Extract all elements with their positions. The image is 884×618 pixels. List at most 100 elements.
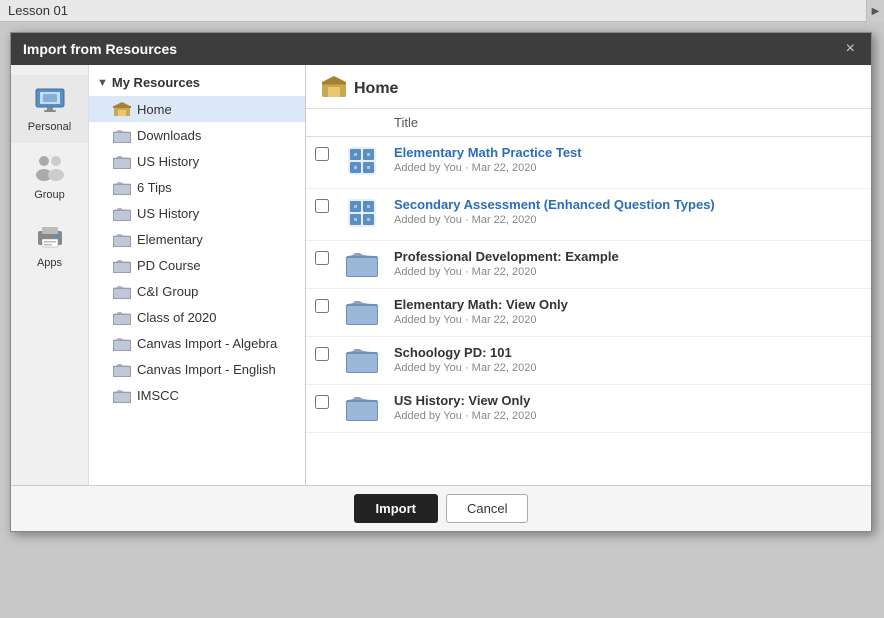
tree-arrow: ▼: [97, 77, 108, 89]
tree-item-canvas-english[interactable]: Canvas Import - English: [89, 356, 305, 382]
tree-item-class-2020[interactable]: Class of 2020: [89, 304, 305, 330]
personal-label: Personal: [28, 121, 71, 133]
resource-title-r5[interactable]: Schoology PD: 101: [394, 345, 863, 360]
tree-item-home[interactable]: Home: [89, 96, 305, 122]
resource-title-r6[interactable]: US History: View Only: [394, 393, 863, 408]
content-header-icon: [322, 75, 346, 102]
modal-body: Personal Grou: [11, 65, 871, 485]
modal-header: Import from Resources ×: [11, 33, 871, 65]
tree-item-pd-course-label: PD Course: [137, 258, 201, 273]
home-tree-icon: [113, 101, 131, 117]
sidebar: Personal Grou: [11, 65, 306, 485]
folder-tree-icon-class-2020: [113, 309, 131, 325]
tree-item-class-2020-label: Class of 2020: [137, 310, 217, 325]
resource-icon-cell-r3: [338, 241, 386, 289]
modal-title: Import from Resources: [23, 41, 177, 57]
resource-title-r1[interactable]: Elementary Math Practice Test: [394, 145, 863, 160]
puzzle-icon: [346, 145, 378, 177]
tree-item-canvas-english-label: Canvas Import - English: [137, 362, 276, 377]
puzzle-icon: [346, 197, 378, 229]
resource-checkbox-r2[interactable]: [315, 199, 329, 213]
folder-tree-icon-canvas-algebra: [113, 335, 131, 351]
resource-info-cell-r4: Elementary Math: View Only Added by You ·…: [386, 289, 871, 337]
folder-tree-icon-ci-group: [113, 283, 131, 299]
modal-overlay: Import from Resources ×: [0, 22, 884, 618]
resource-info-cell-r6: US History: View OnlyAdded by You · Mar …: [386, 385, 871, 433]
resource-icon-cell-r1: [338, 137, 386, 189]
resource-checkbox-r1[interactable]: [315, 147, 329, 161]
resource-meta-r2: Added by You · Mar 22, 2020: [394, 214, 863, 226]
resource-icon-cell-r6: [338, 385, 386, 433]
resource-checkbox-r5[interactable]: [315, 347, 329, 361]
resource-checkbox-r3[interactable]: [315, 251, 329, 265]
resource-table: Title Elementary Math Practice TestAdded…: [306, 109, 871, 433]
tree-item-us-history-2[interactable]: US History: [89, 200, 305, 226]
tree-item-downloads-label: Downloads: [137, 128, 201, 143]
lesson-bar-arrow[interactable]: ▶: [866, 0, 884, 22]
sidebar-item-group[interactable]: Group: [11, 143, 88, 211]
content-header: Home: [306, 65, 871, 109]
content-panel: Home Title: [306, 65, 871, 485]
resource-title-r4[interactable]: Elementary Math: View Only: [394, 297, 863, 312]
tree-item-pd-course[interactable]: PD Course: [89, 252, 305, 278]
tree-item-elementary[interactable]: Elementary: [89, 226, 305, 252]
tree-item-ci-group[interactable]: C&I Group: [89, 278, 305, 304]
resource-row-r1: Elementary Math Practice TestAdded by Yo…: [306, 137, 871, 189]
resource-icon-cell-r4: [338, 289, 386, 337]
tree-item-us-history-2-label: US History: [137, 206, 199, 221]
resource-row-r2: Secondary Assessment (Enhanced Question …: [306, 189, 871, 241]
tree-root-my-resources[interactable]: ▼ My Resources: [89, 69, 305, 96]
tree-item-us-history-1[interactable]: US History: [89, 148, 305, 174]
resource-row-r6: US History: View OnlyAdded by You · Mar …: [306, 385, 871, 433]
resource-checkbox-r6[interactable]: [315, 395, 329, 409]
apps-label: Apps: [37, 257, 62, 269]
apps-icon: [32, 221, 68, 253]
folder-tree-icon-pd-course: [113, 257, 131, 273]
tree-item-6-tips[interactable]: 6 Tips: [89, 174, 305, 200]
import-button[interactable]: Import: [354, 494, 438, 523]
tree-item-imscc-label: IMSCC: [137, 388, 179, 403]
icon-sidebar: Personal Grou: [11, 65, 89, 485]
folder-tree-icon-canvas-english: [113, 361, 131, 377]
modal-footer: Import Cancel: [11, 485, 871, 531]
folder-icon: [346, 249, 378, 277]
content-title: Home: [354, 80, 398, 98]
resource-row-r4: Elementary Math: View Only Added by You ·…: [306, 289, 871, 337]
tree-nav[interactable]: ▼ My Resources Hom: [89, 65, 305, 485]
resource-row-r3: Professional Development: ExampleAdded b…: [306, 241, 871, 289]
group-icon: [32, 153, 68, 185]
sidebar-item-personal[interactable]: Personal: [11, 75, 88, 143]
folder-icon: [346, 393, 378, 421]
cancel-button[interactable]: Cancel: [446, 494, 528, 523]
tree-item-home-label: Home: [137, 102, 172, 117]
resource-checkbox-r4[interactable]: [315, 299, 329, 313]
resource-title-r2[interactable]: Secondary Assessment (Enhanced Question …: [394, 197, 863, 212]
resource-info-cell-r5: Schoology PD: 101 Added by You · Mar 22, …: [386, 337, 871, 385]
resource-icon-cell-r2: [338, 189, 386, 241]
tree-item-downloads[interactable]: Downloads: [89, 122, 305, 148]
resource-info-cell-r1: Elementary Math Practice TestAdded by Yo…: [386, 137, 871, 189]
folder-tree-icon-downloads: [113, 127, 131, 143]
tree-item-6-tips-label: 6 Tips: [137, 180, 172, 195]
tree-item-us-history-1-label: US History: [137, 154, 199, 169]
tree-item-imscc[interactable]: IMSCC: [89, 382, 305, 408]
resource-title-r3[interactable]: Professional Development: Example: [394, 249, 863, 264]
group-label: Group: [34, 189, 65, 201]
resource-meta-r5: Added by You · Mar 22, 2020: [394, 362, 863, 374]
resource-row-r5: Schoology PD: 101 Added by You · Mar 22, …: [306, 337, 871, 385]
tree-item-canvas-algebra[interactable]: Canvas Import - Algebra: [89, 330, 305, 356]
personal-icon: [32, 85, 68, 117]
folder-icon: [346, 345, 378, 373]
folder-icon: [346, 297, 378, 325]
lesson-title: Lesson 01: [8, 3, 68, 18]
folder-tree-icon-imscc: [113, 387, 131, 403]
folder-tree-icon-elementary: [113, 231, 131, 247]
folder-tree-icon-us-history-1: [113, 153, 131, 169]
resource-icon-cell-r5: [338, 337, 386, 385]
modal-close-button[interactable]: ×: [842, 41, 859, 57]
resource-info-cell-r3: Professional Development: ExampleAdded b…: [386, 241, 871, 289]
tree-item-ci-group-label: C&I Group: [137, 284, 198, 299]
content-scroll-area[interactable]: Title Elementary Math Practice TestAdded…: [306, 109, 871, 485]
sidebar-item-apps[interactable]: Apps: [11, 211, 88, 279]
resource-meta-r4: Added by You · Mar 22, 2020: [394, 314, 863, 326]
